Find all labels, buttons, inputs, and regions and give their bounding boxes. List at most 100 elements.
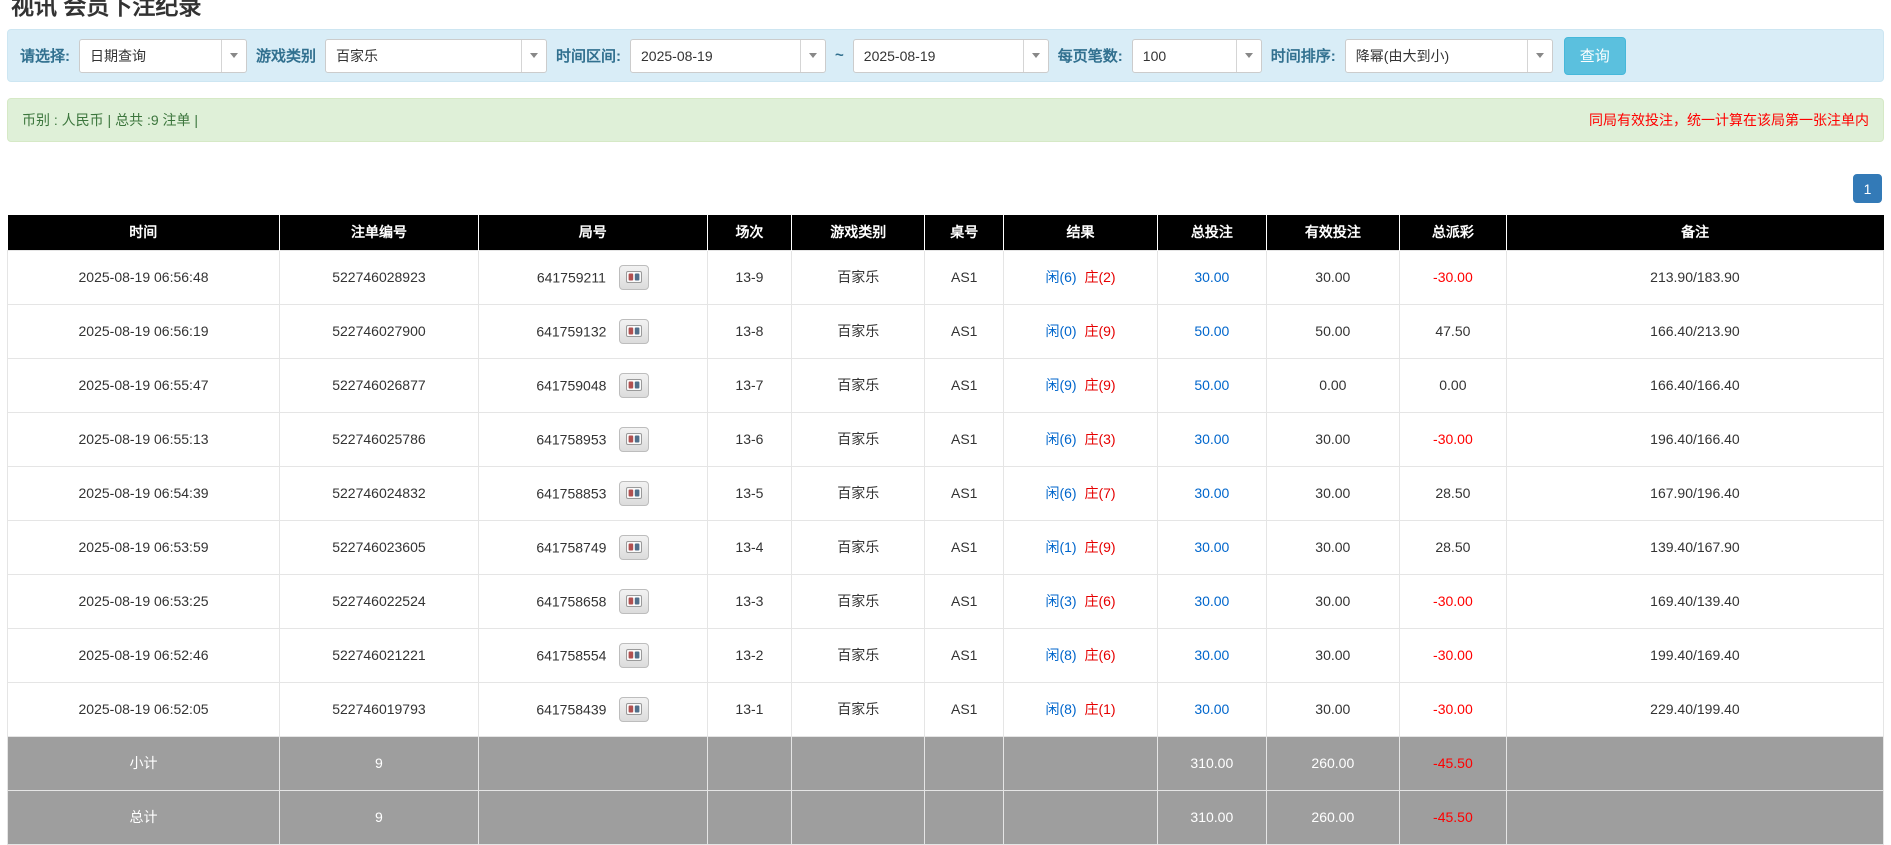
cell-note: 196.40/166.40 (1506, 412, 1883, 466)
cell-bet-id: 522746026877 (280, 358, 479, 412)
cell-note: 166.40/166.40 (1506, 358, 1883, 412)
cell-session: 13-9 (707, 250, 791, 304)
game-result-icon[interactable] (619, 265, 649, 290)
cell-game-type: 百家乐 (792, 304, 925, 358)
header-bet-id: 注单编号 (280, 215, 479, 250)
game-result-icon[interactable] (619, 697, 649, 722)
cell-total-bet[interactable]: 30.00 (1157, 682, 1266, 736)
cell-total-bet[interactable]: 30.00 (1157, 574, 1266, 628)
header-table-no: 桌号 (925, 215, 1004, 250)
cell-total-bet[interactable]: 30.00 (1157, 520, 1266, 574)
cell-table-no: AS1 (925, 466, 1004, 520)
cell-total-bet[interactable]: 30.00 (1157, 250, 1266, 304)
empty-cell (792, 790, 925, 844)
filter-bar: 请选择: 日期查询 游戏类别 百家乐 时间区间: 2025-08-19 ~ 20… (7, 29, 1884, 82)
cell-game-type: 百家乐 (792, 466, 925, 520)
cell-time: 2025-08-19 06:56:48 (8, 250, 280, 304)
date-range-separator: ~ (835, 47, 844, 64)
date-from-select[interactable]: 2025-08-19 (630, 39, 826, 73)
table-row: 2025-08-19 06:56:19 522746027900 6417591… (8, 304, 1884, 358)
table-row: 2025-08-19 06:56:48 522746028923 6417592… (8, 250, 1884, 304)
cell-result: 闲(1) 庄(9) (1004, 520, 1158, 574)
cell-payout: 47.50 (1399, 304, 1506, 358)
empty-cell (925, 790, 1004, 844)
cell-payout: 28.50 (1399, 520, 1506, 574)
total-valid-bet: 260.00 (1266, 790, 1399, 844)
banker-result: 庄(1) (1084, 701, 1115, 717)
cell-bet-id: 522746021221 (280, 628, 479, 682)
empty-cell (1506, 736, 1883, 790)
banker-result: 庄(2) (1084, 269, 1115, 285)
cell-valid-bet: 30.00 (1266, 412, 1399, 466)
game-result-icon[interactable] (619, 643, 649, 668)
cell-table-no: AS1 (925, 304, 1004, 358)
search-button[interactable]: 查询 (1564, 37, 1626, 75)
cell-game-type: 百家乐 (792, 628, 925, 682)
page-1-button[interactable]: 1 (1853, 174, 1882, 203)
banker-result: 庄(3) (1084, 431, 1115, 447)
cell-total-bet[interactable]: 30.00 (1157, 466, 1266, 520)
total-total-bet: 310.00 (1157, 790, 1266, 844)
banker-result: 庄(6) (1084, 647, 1115, 663)
cell-total-bet[interactable]: 50.00 (1157, 304, 1266, 358)
cell-time: 2025-08-19 06:53:25 (8, 574, 280, 628)
cell-round-id: 641758439 (478, 682, 707, 736)
table-row: 2025-08-19 06:52:05 522746019793 6417584… (8, 682, 1884, 736)
cell-round-id: 641758658 (478, 574, 707, 628)
betting-records-page: 视讯 会员下注纪录 请选择: 日期查询 游戏类别 百家乐 时间区间: 2025-… (0, 0, 1891, 845)
cell-payout: -30.00 (1399, 682, 1506, 736)
cell-session: 13-4 (707, 520, 791, 574)
cell-payout: -30.00 (1399, 628, 1506, 682)
game-result-icon[interactable] (619, 427, 649, 452)
cell-total-bet[interactable]: 30.00 (1157, 412, 1266, 466)
cell-table-no: AS1 (925, 574, 1004, 628)
cell-valid-bet: 0.00 (1266, 358, 1399, 412)
chevron-down-icon (1527, 40, 1552, 72)
header-valid-bet: 有效投注 (1266, 215, 1399, 250)
cell-time: 2025-08-19 06:52:05 (8, 682, 280, 736)
summary-bar: 币别 : 人民币 | 总共 :9 注单 | 同局有效投注，统一计算在该局第一张注… (7, 98, 1884, 142)
player-result: 闲(1) (1045, 539, 1076, 555)
round-id-text: 641758439 (536, 701, 606, 717)
cell-total-bet[interactable]: 50.00 (1157, 358, 1266, 412)
cell-game-type: 百家乐 (792, 250, 925, 304)
player-result: 闲(9) (1045, 377, 1076, 393)
cell-total-bet[interactable]: 30.00 (1157, 628, 1266, 682)
sort-order-select[interactable]: 降幂(由大到小) (1345, 39, 1553, 73)
per-page-value: 100 (1143, 48, 1166, 64)
cell-valid-bet: 30.00 (1266, 466, 1399, 520)
empty-cell (792, 736, 925, 790)
game-result-icon[interactable] (619, 535, 649, 560)
banker-result: 庄(7) (1084, 485, 1115, 501)
cell-session: 13-6 (707, 412, 791, 466)
cell-round-id: 641759132 (478, 304, 707, 358)
banker-result: 庄(6) (1084, 593, 1115, 609)
per-page-select[interactable]: 100 (1132, 39, 1262, 73)
cell-table-no: AS1 (925, 358, 1004, 412)
player-result: 闲(6) (1045, 485, 1076, 501)
cell-result: 闲(8) 庄(1) (1004, 682, 1158, 736)
cell-valid-bet: 30.00 (1266, 682, 1399, 736)
game-result-icon[interactable] (619, 481, 649, 506)
player-result: 闲(6) (1045, 431, 1076, 447)
cell-note: 229.40/199.40 (1506, 682, 1883, 736)
subtotal-row: 小计 9 310.00 260.00 -45.50 (8, 736, 1884, 790)
summary-currency-text: 币别 : 人民币 | 总共 :9 注单 | (22, 110, 198, 130)
empty-cell (925, 736, 1004, 790)
chevron-down-icon (800, 40, 825, 72)
game-type-select[interactable]: 百家乐 (325, 39, 547, 73)
round-id-text: 641758853 (536, 485, 606, 501)
query-type-select[interactable]: 日期查询 (79, 39, 247, 73)
game-result-icon[interactable] (619, 319, 649, 344)
date-to-select[interactable]: 2025-08-19 (853, 39, 1049, 73)
game-result-icon[interactable] (619, 589, 649, 614)
cell-round-id: 641759211 (478, 250, 707, 304)
cell-valid-bet: 50.00 (1266, 304, 1399, 358)
cell-session: 13-7 (707, 358, 791, 412)
table-row: 2025-08-19 06:53:59 522746023605 6417587… (8, 520, 1884, 574)
player-result: 闲(0) (1045, 323, 1076, 339)
round-id-text: 641758953 (536, 431, 606, 447)
game-result-icon[interactable] (619, 373, 649, 398)
cell-payout: 0.00 (1399, 358, 1506, 412)
cell-bet-id: 522746022524 (280, 574, 479, 628)
